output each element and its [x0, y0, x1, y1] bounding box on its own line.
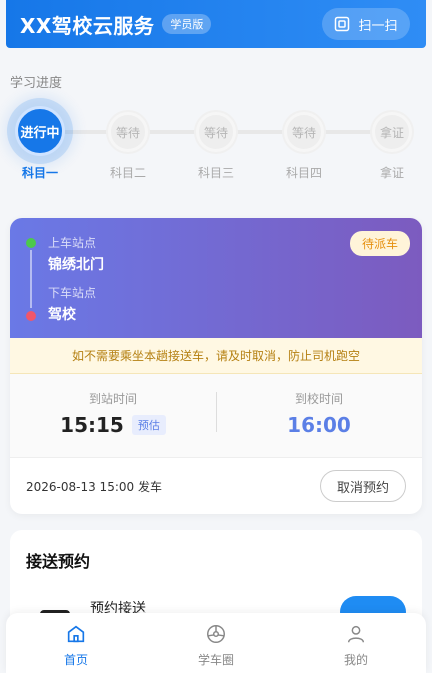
step-status: 等待 [196, 112, 236, 152]
step-status: 等待 [284, 112, 324, 152]
arrive-school-value: 16:00 [287, 413, 351, 437]
step-license[interactable]: 拿证 拿证 [362, 102, 422, 181]
depart-row: 2026-08-13 15:00 发车 取消预约 [10, 458, 422, 514]
cancel-booking-button[interactable]: 取消预约 [320, 470, 406, 502]
tab-profile[interactable]: 我的 [286, 613, 426, 673]
pickup-dot [26, 238, 36, 248]
step-subject-2[interactable]: 等待 科目二 [98, 102, 158, 181]
step-label: 科目三 [197, 166, 234, 180]
app-header: XX驾校云服务 学员版 扫一扫 [6, 0, 426, 48]
app-title: XX驾校云服务 [20, 13, 155, 38]
arrive-school-col: 到校时间 16:00 [216, 374, 422, 457]
status-badge: 待派车 [349, 231, 410, 256]
edition-badge: 学员版 [162, 14, 212, 34]
step-label: 科目一 [21, 166, 58, 180]
arrive-school-label: 到校时间 [294, 392, 343, 406]
arrive-station-label: 到站时间 [88, 392, 137, 406]
step-status: 等待 [108, 112, 148, 152]
pickup-label: 上车站点 [48, 236, 97, 250]
arrive-station-col: 到站时间 15:15 预估 [10, 374, 216, 457]
arrive-station-value: 15:15 预估 [60, 413, 166, 437]
user-icon [347, 625, 365, 643]
scan-label: 扫一扫 [358, 18, 398, 34]
dropoff-name: 驾校 [48, 307, 76, 323]
step-subject-1[interactable]: 进行中 科目一 [10, 102, 70, 181]
step-label: 科目二 [109, 166, 146, 180]
step-status: 进行中 [15, 106, 65, 156]
step-subject-4[interactable]: 等待 科目四 [274, 102, 334, 181]
step-label: 科目四 [285, 166, 322, 180]
tab-label: 我的 [343, 653, 368, 667]
tab-label: 学车圈 [197, 653, 234, 667]
tab-label: 首页 [63, 653, 88, 667]
booking-title: 接送预约 [26, 552, 91, 571]
scan-button[interactable]: 扫一扫 [322, 8, 410, 40]
estimate-tag: 预估 [131, 415, 166, 435]
cancel-notice: 如不需要乘坐本趟接送车，请及时取消，防止司机跑空 [10, 338, 422, 374]
tab-bar: 首页 学车圈 我的 [6, 613, 426, 673]
step-subject-3[interactable]: 等待 科目三 [186, 102, 246, 181]
dropoff-dot [26, 311, 36, 321]
route-line [30, 250, 32, 308]
steering-wheel-icon [207, 625, 225, 643]
time-panel: 到站时间 15:15 预估 到校时间 16:00 [10, 374, 422, 458]
home-icon [67, 625, 85, 643]
route-panel: 上车站点 锦绣北门 下车站点 驾校 待派车 [10, 218, 422, 338]
tab-home[interactable]: 首页 [6, 613, 146, 673]
shuttle-card: 上车站点 锦绣北门 下车站点 驾校 待派车 如不需要乘坐本趟接送车，请及时取消，… [10, 218, 422, 514]
scan-icon [335, 16, 350, 32]
pickup-name: 锦绣北门 [48, 257, 104, 273]
dropoff-label: 下车站点 [48, 286, 97, 300]
depart-time-text: 2026-08-13 15:00 发车 [26, 479, 162, 494]
progress-steps: 进行中 科目一 等待 科目二 等待 科目三 等待 科目四 拿证 拿证 [10, 102, 422, 192]
step-status: 拿证 [372, 112, 412, 152]
progress-section-label: 学习进度 [10, 76, 63, 91]
arrive-station-time: 15:15 [60, 413, 124, 437]
step-label: 拿证 [379, 166, 404, 180]
time-divider [216, 392, 217, 432]
arrive-school-time: 16:00 [287, 413, 351, 437]
tab-community[interactable]: 学车圈 [146, 613, 286, 673]
